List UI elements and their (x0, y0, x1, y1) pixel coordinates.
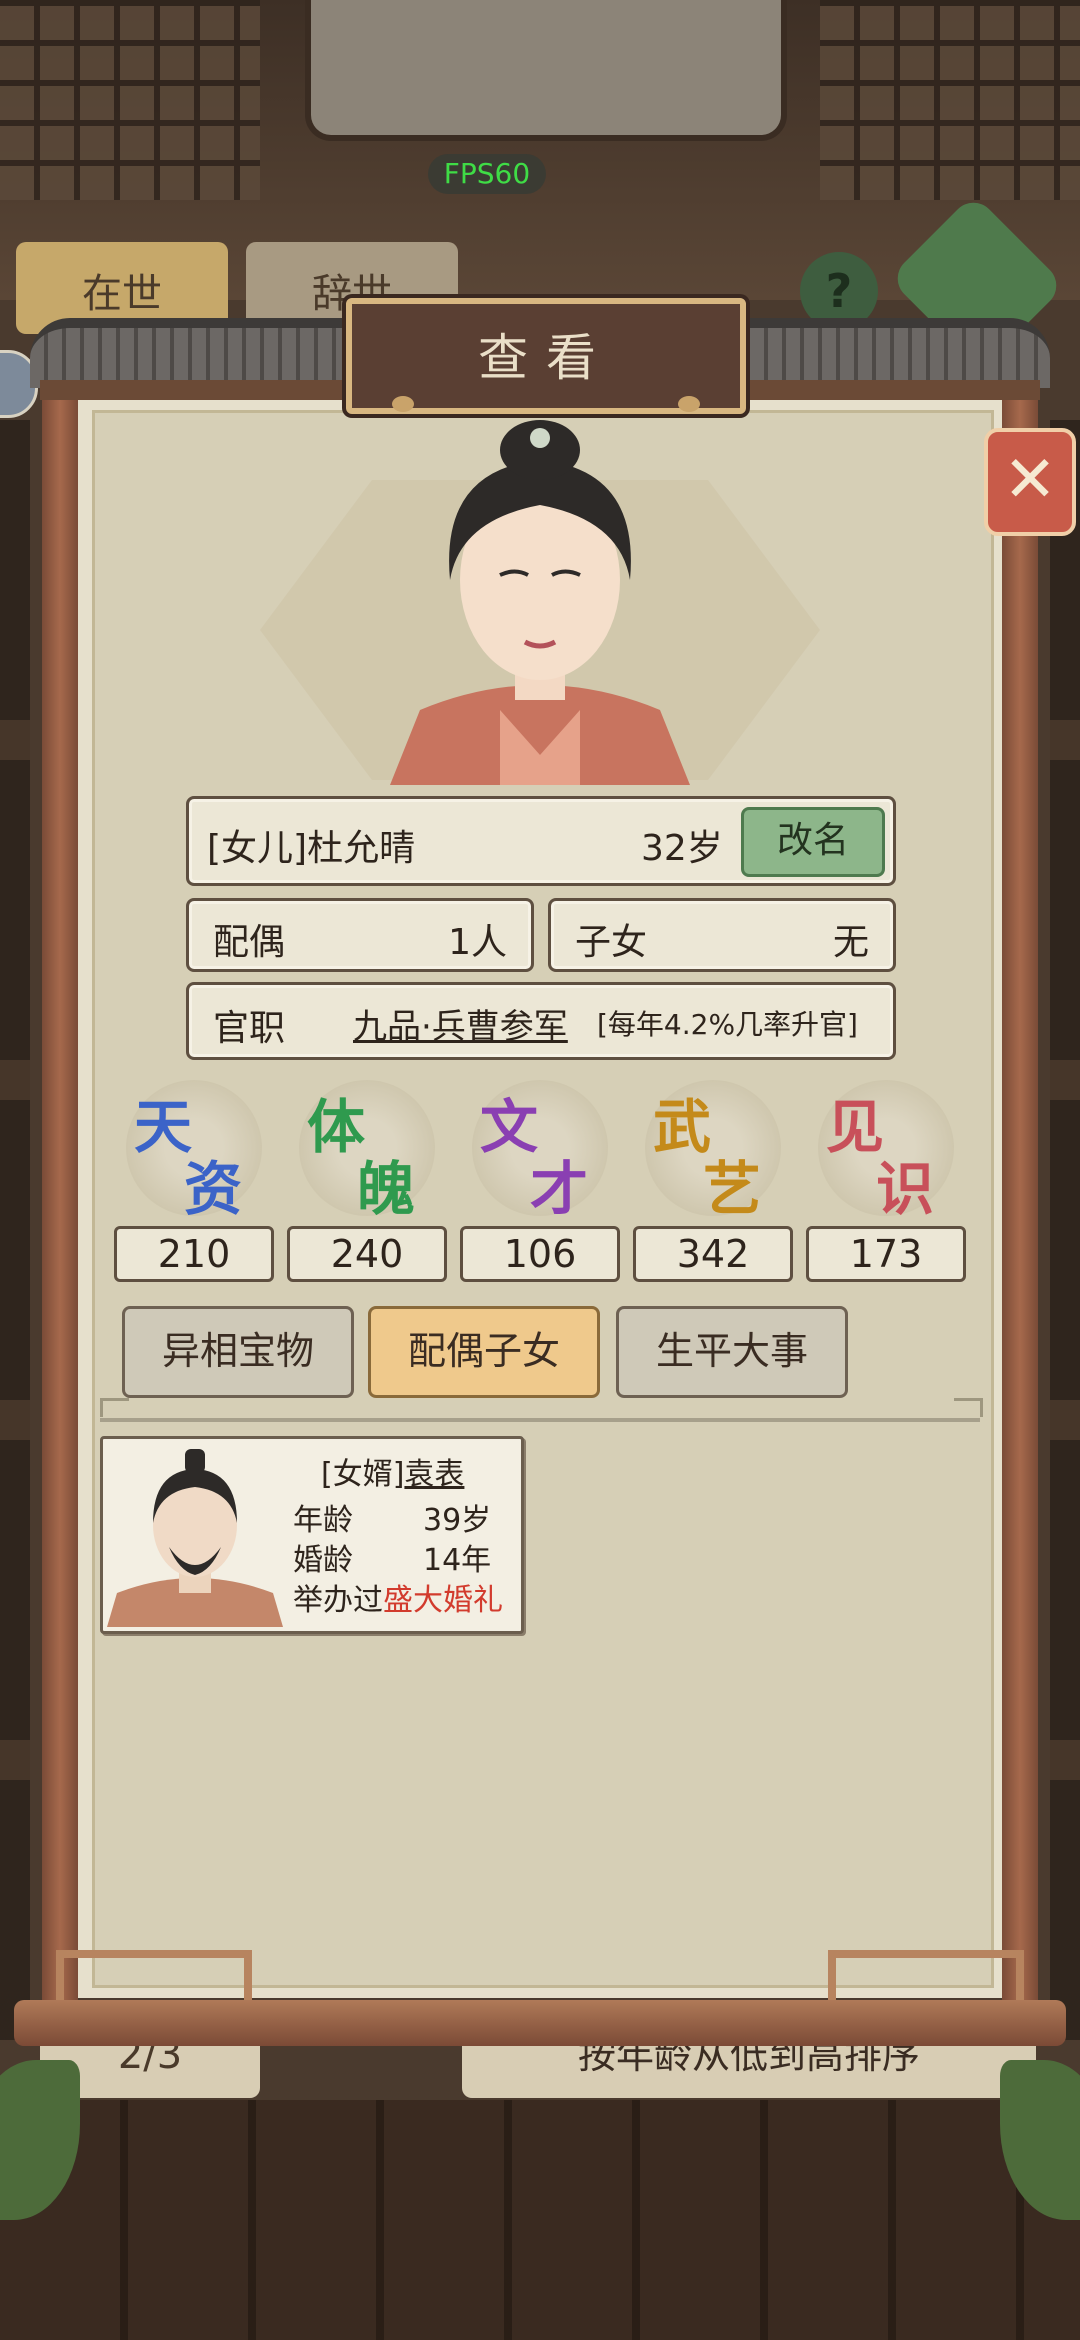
daughter-portrait (390, 420, 690, 785)
stat-label-2: 艺 (703, 1155, 762, 1223)
office-label: 官职 (213, 1008, 286, 1049)
stat-value: 342 (633, 1226, 793, 1282)
stat-value: 240 (287, 1226, 447, 1282)
list-edge-left (0, 420, 30, 2040)
spouse-wedding-row: 举办过盛大婚礼 (293, 1575, 503, 1619)
tab-life-events[interactable]: 生平大事 (616, 1306, 848, 1398)
name-row: [女儿]杜允晴 32岁 改名 (186, 796, 896, 886)
stat-label-2: 才 (530, 1155, 589, 1223)
divider-ornament (100, 1398, 129, 1417)
age-value: 39岁 (423, 1503, 492, 1538)
close-button[interactable]: ✕ (984, 428, 1076, 536)
children-label: 子女 (575, 922, 648, 963)
spouse-count-row: 配偶 1人 (186, 898, 534, 972)
dialog-base (14, 2000, 1066, 2046)
lattice-window-right (820, 0, 1080, 200)
lattice-window-left (0, 0, 260, 200)
wedding-value: 盛大婚礼 (383, 1583, 503, 1618)
spouse-age-row: 年龄 39岁 (293, 1495, 491, 1539)
divider-ornament (954, 1398, 983, 1417)
stat-value: 210 (114, 1226, 274, 1282)
fps-counter: FPS60 (428, 154, 546, 194)
office-link[interactable]: 九品·兵曹参军 (353, 999, 568, 1048)
rename-button[interactable]: 改名 (741, 807, 885, 877)
spouse-value: 1人 (448, 922, 507, 963)
person-name: [女儿]杜允晴 (207, 828, 416, 869)
stat-physique: 体 魄 240 (287, 1080, 447, 1282)
tab-spouse-children[interactable]: 配偶子女 (368, 1306, 600, 1398)
marriage-label: 婚龄 (293, 1543, 353, 1578)
stat-value: 106 (460, 1226, 620, 1282)
dialog-title: 查看 (478, 329, 614, 387)
age-label: 年龄 (293, 1503, 353, 1538)
stat-label-2: 资 (184, 1155, 243, 1223)
stat-knowledge: 见 识 173 (806, 1080, 966, 1282)
pillar-right (1002, 398, 1038, 2008)
marriage-value: 14年 (423, 1543, 492, 1578)
spouse-marriage-row: 婚龄 14年 (293, 1535, 491, 1579)
section-divider (100, 1418, 980, 1422)
tab-treasures[interactable]: 异相宝物 (122, 1306, 354, 1398)
person-age: 32岁 (641, 828, 723, 869)
office-row: 官职 九品·兵曹参军 [每年4.2%几率升官] (186, 982, 896, 1060)
title-plaque: 查看 (346, 298, 746, 414)
children-count-row: 子女 无 (548, 898, 896, 972)
spouse-label: 配偶 (213, 922, 286, 963)
spouse-relation: [女婿]袁表 (321, 1449, 464, 1493)
floor (0, 2100, 1080, 2340)
list-edge-right (1050, 420, 1080, 2040)
spouse-card[interactable]: [女婿]袁表 年龄 39岁 婚龄 14年 举办过盛大婚礼 (100, 1436, 524, 1634)
stat-value: 173 (806, 1226, 966, 1282)
painting-window (305, 0, 787, 141)
stat-literary: 文 才 106 (460, 1080, 620, 1282)
spouse-name-link[interactable]: 袁表 (404, 1457, 464, 1492)
children-value: 无 (832, 922, 869, 963)
promotion-rate: [每年4.2%几率升官] (597, 1008, 858, 1041)
stat-label-2: 识 (876, 1155, 935, 1223)
son-in-law-portrait (107, 1449, 283, 1627)
stat-label-2: 魄 (357, 1155, 416, 1223)
stat-martial: 武 艺 342 (633, 1080, 793, 1282)
relation-prefix: [女婿] (321, 1457, 405, 1492)
stat-talent: 天 资 210 (114, 1080, 274, 1282)
pillar-left (42, 398, 78, 2008)
wedding-prefix: 举办过 (293, 1583, 383, 1618)
